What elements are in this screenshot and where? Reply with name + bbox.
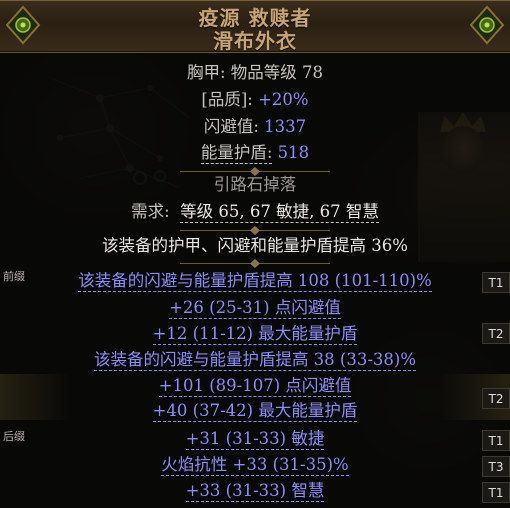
tier-badge: T2	[482, 323, 510, 344]
explicit-mod: 该装备的闪避与能量护盾提高 108 (101-110)%	[78, 271, 432, 292]
explicit-mod: +31 (31-33) 敏捷	[185, 429, 325, 450]
drop-source: 引路石掉落	[213, 175, 297, 194]
quality-property: [品质]: +20%	[201, 90, 309, 109]
tooltip-header: 疫源 救赎者 滑布外衣	[0, 0, 510, 53]
item-class-level: 胸甲: 物品等级 78	[186, 63, 324, 82]
tier-badge: T3	[482, 456, 510, 477]
explicit-mod: 该装备的闪避与能量护盾提高 38 (33-38)%	[93, 350, 417, 371]
explicit-mod: +33 (31-33) 智慧	[185, 481, 325, 502]
explicit-mod: 火焰抗性 +33 (31-35)%	[161, 455, 349, 476]
requirements: 需求: 等级 65, 67 敏捷, 67 智慧	[131, 202, 379, 223]
explicit-mod: +26 (25-31) 点闪避值	[169, 298, 341, 319]
tier-badge: T1	[482, 430, 510, 451]
tier-badge: T2	[482, 388, 510, 409]
explicit-mod: +40 (37-42) 最大能量护盾	[152, 401, 358, 422]
item-base-type: 滑布外衣	[213, 29, 297, 53]
implicit-mod: 该装备的护甲、闪避和能量护盾提高 36%	[102, 236, 408, 255]
explicit-mod: +12 (11-12) 最大能量护盾	[152, 324, 358, 345]
separator	[180, 259, 330, 268]
rare-item-emblem-icon	[3, 3, 43, 47]
tier-badge: T1	[482, 482, 510, 503]
item-tooltip: 疫源 救赎者 滑布外衣 胸甲: 物品等级 78 [品质]: +20% 闪避值: …	[0, 0, 510, 508]
energy-shield-property: 能量护盾: 518	[200, 143, 310, 164]
explicit-mod: +101 (89-107) 点闪避值	[158, 376, 352, 397]
tier-badge: T1	[482, 272, 510, 293]
separator	[180, 226, 330, 235]
evasion-property: 闪避值: 1337	[203, 117, 307, 136]
